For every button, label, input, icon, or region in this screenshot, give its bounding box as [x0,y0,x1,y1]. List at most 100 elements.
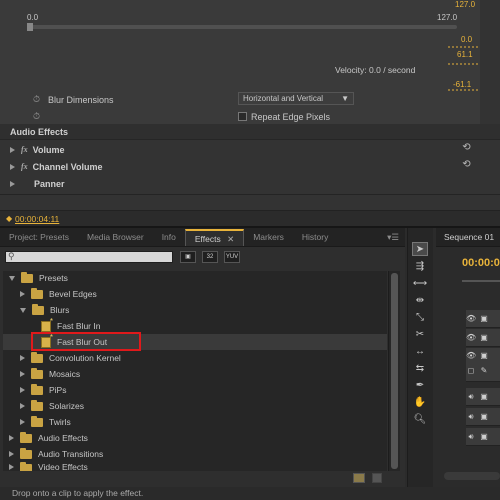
eye-icon[interactable]: 👁︎ [466,333,476,342]
speaker-icon[interactable]: 🔊︎ [466,392,476,401]
tab-info[interactable]: Info [153,229,185,246]
film-icon[interactable]: ▣ [479,432,489,441]
accelerated-effects-button[interactable]: ▣ [180,251,196,263]
expand-triangle-icon[interactable] [10,146,15,153]
slider-knob[interactable] [27,23,33,31]
sequence-timecode[interactable]: 00:00:0 [462,257,500,269]
tab-media-browser[interactable]: Media Browser [78,229,153,246]
rolling-edit-tool-icon[interactable]: ⇹ [412,293,428,307]
tab-sequence[interactable]: Sequence 01 [436,228,500,247]
eye-icon[interactable]: 👁︎ [466,351,476,360]
reset-icon[interactable]: ⟲ [461,160,472,170]
tree-label: Presets [39,273,68,283]
tree-item-bevel-edges[interactable]: Bevel Edges [20,286,97,302]
tab-markers[interactable]: Markers [244,229,293,246]
folder-icon [20,431,32,443]
expand-triangle-icon[interactable] [20,403,25,409]
tree-item-audio-effects[interactable]: Audio Effects [9,430,88,446]
expand-triangle-icon[interactable] [9,451,14,457]
film-icon[interactable]: ▣ [479,314,489,323]
ripple-edit-tool-icon[interactable]: ⟷ [412,276,428,290]
effect-row-channel-volume[interactable]: fx Channel Volume [10,158,480,175]
chevron-down-icon: ▼ [341,94,349,103]
track-select-tool-icon[interactable]: ⇶ [412,259,428,273]
rate-stretch-tool-icon[interactable]: ⤡ [412,310,428,324]
scroll-thumb[interactable] [391,273,398,469]
blur-dimensions-dropdown[interactable]: Horizontal and Vertical ▼ [238,92,354,105]
value-slider[interactable] [27,25,457,29]
pen-icon[interactable]: ✎ [479,366,489,375]
zoom-tool-icon[interactable]: 🔍︎ [412,412,428,426]
tab-project-presets[interactable]: Project: Presets [0,229,78,246]
tree-item-presets[interactable]: Presets [9,270,68,286]
pen-tool-icon[interactable]: ✒ [412,378,428,392]
tree-scrollbar[interactable] [388,271,400,471]
fx-icon[interactable]: fx [21,162,28,171]
keyframe-icon[interactable]: ◻ [466,366,476,375]
audio-effects-label: Audio Effects [10,126,69,137]
slide-tool-icon[interactable]: ⇆ [412,361,428,375]
video-track-row-expanded[interactable]: 👁︎ ▣ ◻ ✎ [466,348,500,382]
eye-icon[interactable]: 👁︎ [466,314,476,323]
expand-triangle-icon[interactable] [9,435,14,441]
delete-button[interactable] [372,473,382,483]
slip-tool-icon[interactable]: ↔ [412,344,428,358]
repeat-edge-label: Repeat Edge Pixels [251,112,331,122]
expand-triangle-icon[interactable] [10,163,15,170]
tools-panel: ➤ ⇶ ⟷ ⇹ ⤡ ✂ ↔ ⇆ ✒ ✋ 🔍︎ [407,228,433,487]
expand-triangle-icon[interactable] [20,387,25,393]
audio-track-row[interactable]: 🔊︎ ▣ [466,408,500,426]
panel-menu-icon[interactable]: ▾☰ [381,229,405,246]
expand-triangle-icon[interactable] [10,180,15,187]
effect-label: Volume [32,144,65,155]
speaker-icon[interactable]: 🔊︎ [466,432,476,441]
expand-triangle-icon[interactable] [20,291,25,297]
selection-tool-icon[interactable]: ➤ [412,242,428,256]
effect-row-panner[interactable]: Panner [10,175,480,192]
video-track-row[interactable]: 👁︎ ▣ [466,329,500,347]
collapse-triangle-icon[interactable] [20,307,26,313]
video-track-row[interactable]: 👁︎ ▣ [466,310,500,328]
audio-track-row[interactable]: 🔊︎ ▣ [466,428,500,446]
speaker-icon[interactable]: 🔊︎ [466,412,476,421]
current-timecode[interactable]: 00:00:04:11 [15,214,59,224]
razor-tool-icon[interactable]: ✂ [412,327,428,341]
tree-item-convolution-kernel[interactable]: Convolution Kernel [20,350,121,366]
reset-icon[interactable]: ⟲ [461,143,472,153]
close-icon[interactable]: ✕ [227,234,234,244]
repeat-edge-checkbox[interactable] [238,112,247,121]
tab-effects[interactable]: Effects ✕ [184,229,245,246]
new-bin-button[interactable] [353,473,365,483]
panel-tabbar: Project: Presets Media Browser Info Effe… [0,228,405,247]
tree-item-mosaics[interactable]: Mosaics [20,366,80,382]
expand-triangle-icon[interactable] [20,355,25,361]
effect-row-volume[interactable]: fx Volume [10,141,480,158]
32bit-effects-button[interactable]: 32 [202,251,218,263]
audio-track-row[interactable]: 🔊︎ ▣ [466,388,500,406]
selection-highlight-box [31,332,141,351]
tree-item-audio-transitions[interactable]: Audio Transitions [9,446,103,462]
film-icon[interactable]: ▣ [479,412,489,421]
fx-icon[interactable]: fx [21,145,28,154]
expand-triangle-icon[interactable] [20,419,25,425]
tree-item-solarizes[interactable]: Solarizes [20,398,84,414]
tree-item-pips[interactable]: PiPs [20,382,66,398]
search-input[interactable]: ⚲ [5,251,173,263]
tree-item-blurs[interactable]: Blurs [20,302,69,318]
film-icon[interactable]: ▣ [479,392,489,401]
tree-item-twirls[interactable]: Twirls [20,414,71,430]
film-icon[interactable]: ▣ [479,333,489,342]
hand-tool-icon[interactable]: ✋ [412,395,428,409]
film-icon[interactable]: ▣ [479,351,489,360]
stopwatch-icon-2[interactable]: ⏱ [33,111,40,122]
yuv-effects-button[interactable]: YUV [224,251,240,263]
tree-item-video-effects[interactable]: Video Effects [9,462,88,471]
sequence-scrollbar[interactable] [444,472,500,480]
stopwatch-icon[interactable]: ⏱ [33,94,40,105]
blur-dimensions-value: Horizontal and Vertical [243,94,324,103]
collapse-triangle-icon[interactable] [9,275,15,281]
expand-triangle-icon[interactable] [9,464,14,470]
expand-triangle-icon[interactable] [20,371,25,377]
top-value[interactable]: 127.0 [455,0,475,9]
tab-history[interactable]: History [293,229,337,246]
